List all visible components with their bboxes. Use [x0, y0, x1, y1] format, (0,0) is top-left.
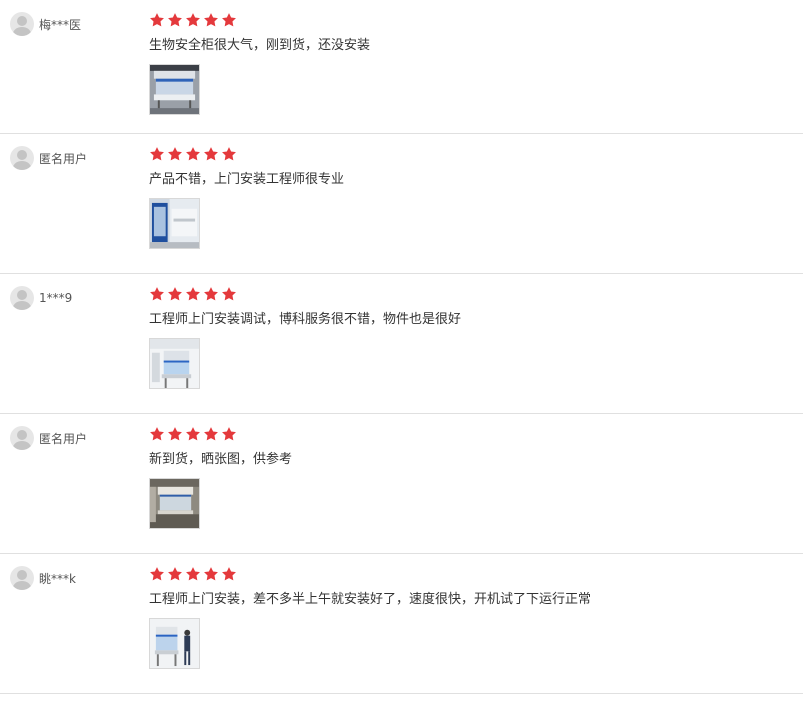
star-icon: [149, 566, 165, 582]
review-item: 眺***k 工程师上门安装，差不多半上午就安装好了，速度很快，开机试了下运行正常: [0, 554, 803, 694]
star-icon: [203, 426, 219, 442]
review-photo-thumbnail[interactable]: [149, 338, 200, 389]
review-photo-thumbnail[interactable]: [149, 64, 200, 115]
review-comment: 工程师上门安装调试，博科服务很不错，物件也是很好: [149, 312, 462, 327]
star-icon: [167, 566, 183, 582]
star-rating: [149, 426, 237, 442]
review-user: 匿名用户: [10, 426, 87, 450]
review-photo-thumbnail[interactable]: [149, 198, 200, 249]
star-icon: [203, 146, 219, 162]
star-icon: [167, 12, 183, 28]
review-comment: 产品不错，上门安装工程师很专业: [149, 172, 345, 187]
avatar-icon: [10, 12, 34, 36]
review-list: 梅***医 生物安全柜很大气，刚到货，还没安装 匿名用户 产品不错，上门安装工程…: [0, 0, 803, 694]
review-comment: 生物安全柜很大气，刚到货，还没安装: [149, 38, 371, 53]
star-icon: [221, 12, 237, 28]
star-rating: [149, 286, 237, 302]
star-icon: [185, 426, 201, 442]
review-photo-thumbnail[interactable]: [149, 478, 200, 529]
review-photo-thumbnail[interactable]: [149, 618, 200, 669]
star-rating: [149, 566, 237, 582]
star-icon: [149, 426, 165, 442]
review-user: 1***9: [10, 286, 72, 310]
review-comment: 新到货，晒张图，供参考: [149, 452, 293, 467]
star-icon: [185, 286, 201, 302]
review-username: 眺***k: [39, 571, 76, 586]
star-rating: [149, 146, 237, 162]
review-item: 匿名用户 产品不错，上门安装工程师很专业: [0, 134, 803, 274]
review-username: 匿名用户: [39, 151, 88, 166]
star-icon: [221, 146, 237, 162]
star-icon: [167, 146, 183, 162]
avatar-icon: [10, 426, 34, 450]
star-icon: [221, 286, 237, 302]
star-icon: [185, 12, 201, 28]
star-icon: [149, 146, 165, 162]
star-icon: [221, 566, 237, 582]
review-user: 梅***医: [10, 12, 81, 36]
review-item: 梅***医 生物安全柜很大气，刚到货，还没安装: [0, 0, 803, 134]
review-username: 梅***医: [39, 17, 82, 32]
star-icon: [167, 286, 183, 302]
review-user: 匿名用户: [10, 146, 87, 170]
star-icon: [185, 146, 201, 162]
star-icon: [203, 566, 219, 582]
star-rating: [149, 12, 237, 28]
avatar-icon: [10, 286, 34, 310]
star-icon: [149, 12, 165, 28]
review-item: 1***9 工程师上门安装调试，博科服务很不错，物件也是很好: [0, 274, 803, 414]
star-icon: [221, 426, 237, 442]
avatar-icon: [10, 146, 34, 170]
review-user: 眺***k: [10, 566, 76, 590]
star-icon: [167, 426, 183, 442]
star-icon: [203, 286, 219, 302]
star-icon: [185, 566, 201, 582]
review-username: 1***9: [39, 291, 73, 305]
star-icon: [203, 12, 219, 28]
review-item: 匿名用户 新到货，晒张图，供参考: [0, 414, 803, 554]
avatar-icon: [10, 566, 34, 590]
review-username: 匿名用户: [39, 431, 88, 446]
star-icon: [149, 286, 165, 302]
review-comment: 工程师上门安装，差不多半上午就安装好了，速度很快，开机试了下运行正常: [149, 592, 592, 607]
